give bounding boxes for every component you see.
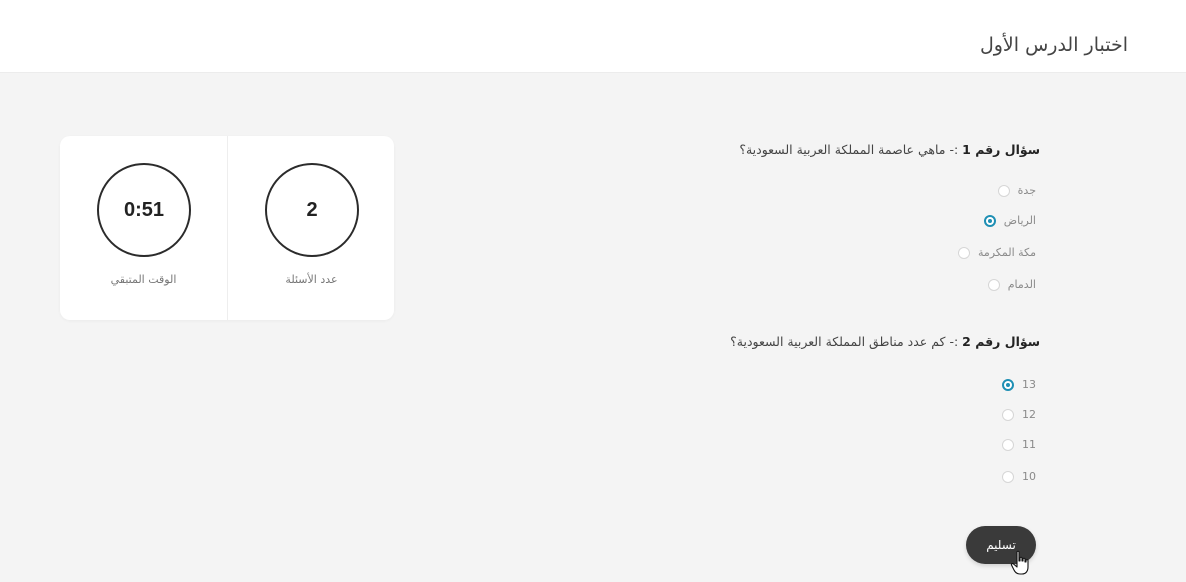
question-1-text: سؤال رقم 1 :- ماهي عاصمة المملكة العربية… xyxy=(739,142,1040,157)
time-remaining-stat: 0:51 الوقت المتبقي xyxy=(60,136,227,320)
quiz-stats-card: 0:51 الوقت المتبقي 2 عدد الأسئلة xyxy=(60,136,394,320)
time-remaining-value: 0:51 xyxy=(97,163,191,257)
question-1-option-1[interactable]: جدة xyxy=(997,184,1036,197)
question-count-value: 2 xyxy=(265,163,359,257)
question-1-number: سؤال رقم 1 xyxy=(962,142,1040,157)
question-1-option-3[interactable]: مكة المكرمة xyxy=(957,246,1036,259)
question-1-option-2[interactable]: الرياض xyxy=(983,214,1036,227)
option-label: 11 xyxy=(1022,438,1036,451)
option-label: 10 xyxy=(1022,470,1036,483)
option-label: 13 xyxy=(1022,378,1036,391)
radio-button[interactable] xyxy=(1002,438,1014,451)
radio-button[interactable] xyxy=(957,246,970,259)
time-remaining-label: الوقت المتبقي xyxy=(110,273,177,286)
question-2-body: :- كم عدد مناطق المملكة العربية السعودية… xyxy=(730,334,963,349)
question-2-number: سؤال رقم 2 xyxy=(962,334,1040,349)
option-label: الرياض xyxy=(1003,214,1036,227)
option-label: جدة xyxy=(1017,184,1036,197)
option-label: الدمام xyxy=(1007,278,1036,291)
question-2-option-1[interactable]: 13 xyxy=(1002,378,1036,391)
option-label: مكة المكرمة xyxy=(977,246,1036,259)
radio-button[interactable] xyxy=(987,278,1000,291)
question-1-body: :- ماهي عاصمة المملكة العربية السعودية؟ xyxy=(739,142,963,157)
radio-button[interactable] xyxy=(1002,408,1014,421)
question-2-option-4[interactable]: 10 xyxy=(1002,470,1036,483)
question-count-stat: 2 عدد الأسئلة xyxy=(228,136,395,320)
radio-button[interactable] xyxy=(1002,470,1014,483)
question-2-option-2[interactable]: 12 xyxy=(1002,408,1036,421)
question-2-option-3[interactable]: 11 xyxy=(1002,438,1036,451)
option-label: 12 xyxy=(1022,408,1036,421)
hand-pointer-icon xyxy=(1010,550,1029,575)
question-1-option-4[interactable]: الدمام xyxy=(987,278,1036,291)
question-2-text: سؤال رقم 2 :- كم عدد مناطق المملكة العرب… xyxy=(730,334,1040,349)
radio-button[interactable] xyxy=(997,184,1010,197)
page-title: اختبار الدرس الأول xyxy=(979,34,1128,56)
question-count-label: عدد الأسئلة xyxy=(285,273,338,286)
radio-button-selected[interactable] xyxy=(983,214,996,227)
radio-button-selected[interactable] xyxy=(1002,378,1014,391)
page-header: اختبار الدرس الأول xyxy=(0,0,1186,73)
